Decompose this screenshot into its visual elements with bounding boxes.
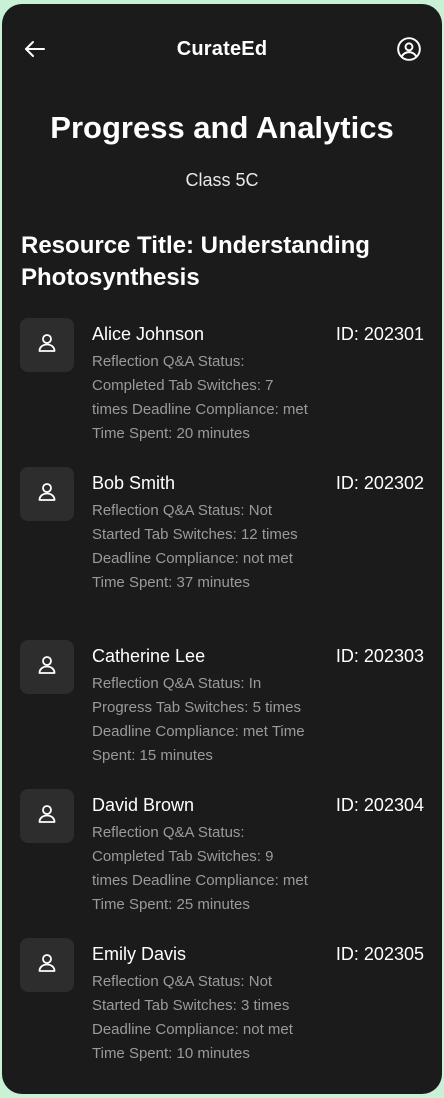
student-id: ID: 202302 (335, 473, 424, 493)
student-name: Catherine Lee (92, 646, 206, 666)
page-title: Progress and Analytics (50, 110, 394, 145)
profile-button[interactable] (394, 36, 424, 66)
user-icon (35, 480, 59, 509)
student-details: Reflection Q&A Status: In Progress Tab S… (92, 675, 305, 764)
student-details: Reflection Q&A Status: Completed Tab Swi… (92, 353, 308, 442)
student-id: ID: 202305 (335, 944, 424, 964)
user-icon (35, 951, 59, 980)
student-name: David Brown (92, 795, 195, 815)
resource-title: Resource Title: Understanding Photosynth… (21, 232, 370, 291)
student-details: Reflection Q&A Status: Not Started Tab S… (92, 973, 293, 1062)
user-icon (35, 653, 59, 682)
avatar (20, 318, 74, 372)
student-name: Bob Smith (92, 473, 176, 493)
class-label: Class 5C (185, 170, 259, 190)
avatar (20, 467, 74, 521)
student-id: ID: 202301 (335, 324, 424, 344)
student-details: Reflection Q&A Status: Not Started Tab S… (92, 502, 298, 591)
avatar (20, 640, 74, 694)
student-id: ID: 202304 (335, 795, 424, 815)
avatar (20, 789, 74, 843)
avatar (20, 938, 74, 992)
user-circle-icon (396, 36, 422, 67)
app-title: CurateEd (176, 38, 268, 60)
phone-screen: CurateEd Progress and Analytics Class 5C… (2, 4, 442, 1094)
student-details: Reflection Q&A Status: Completed Tab Swi… (92, 824, 308, 913)
top-bar: CurateEd (2, 4, 442, 94)
student-id: ID: 202303 (335, 646, 424, 666)
student-name: Emily Davis (92, 944, 187, 964)
user-icon (35, 802, 59, 831)
student-name: Alice Johnson (92, 324, 205, 344)
user-icon (35, 331, 59, 360)
